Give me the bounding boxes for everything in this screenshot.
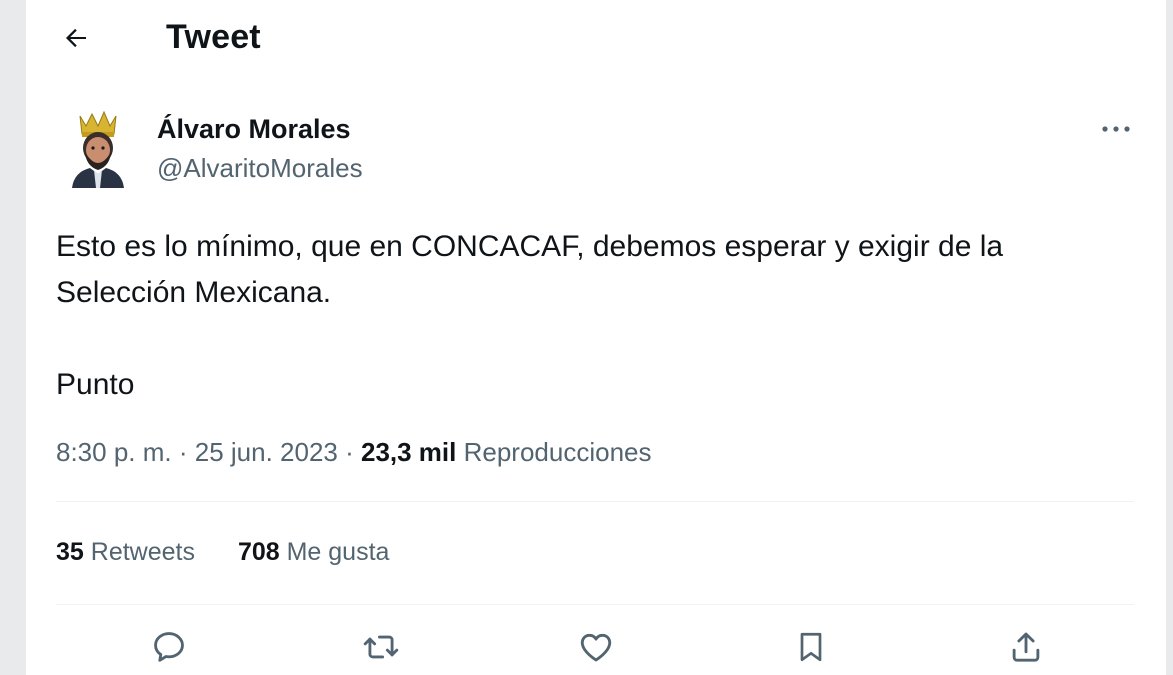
- tweet-meta: 8:30 p. m. · 25 jun. 2023 · 23,3 mil Rep…: [56, 437, 652, 468]
- reply-icon: [154, 632, 184, 662]
- divider: [56, 604, 1134, 605]
- bookmark-button[interactable]: [786, 622, 836, 672]
- divider: [56, 501, 1134, 502]
- tweet-text-line: Esto es lo mínimo, que en CONCACAF, debe…: [56, 230, 1004, 263]
- views-count: 23,3 mil: [360, 437, 457, 467]
- likes-stat[interactable]: 708 Me gusta: [238, 538, 390, 567]
- author-name[interactable]: Álvaro Morales: [157, 114, 351, 145]
- like-button[interactable]: [571, 622, 621, 672]
- views-label: Reproducciones: [456, 437, 652, 467]
- tweet-card: Tweet Álvaro Morales @AlvaritoMorales Es…: [26, 0, 1166, 675]
- share-icon: [1012, 632, 1040, 662]
- action-bar: [26, 622, 1166, 674]
- likes-label: Me gusta: [279, 538, 390, 566]
- page-title: Tweet: [166, 18, 261, 56]
- more-button[interactable]: [1094, 112, 1138, 146]
- meta-separator: ·: [337, 437, 361, 467]
- share-button[interactable]: [1001, 622, 1051, 672]
- ellipsis-icon: [1102, 126, 1130, 132]
- reply-button[interactable]: [144, 622, 194, 672]
- retweets-label: Retweets: [83, 538, 195, 566]
- retweets-stat[interactable]: 35 Retweets: [56, 538, 195, 567]
- retweet-icon: [363, 635, 399, 659]
- like-icon: [580, 633, 612, 662]
- tweet-date[interactable]: 25 jun. 2023: [195, 437, 338, 467]
- retweets-count: 35: [56, 538, 84, 566]
- avatar[interactable]: [66, 108, 130, 188]
- back-button[interactable]: [54, 16, 98, 60]
- tweet-text: Esto es lo mínimo, que en CONCACAF, debe…: [56, 224, 1136, 408]
- tweet-time[interactable]: 8:30 p. m.: [56, 437, 172, 467]
- author-handle[interactable]: @AlvaritoMorales: [157, 153, 363, 184]
- tweet-text-line: Punto: [56, 368, 135, 401]
- bookmark-icon: [800, 632, 822, 662]
- tweet-stats: 35 Retweets 708 Me gusta: [56, 538, 425, 567]
- likes-count: 708: [237, 538, 280, 566]
- retweet-button[interactable]: [356, 622, 406, 672]
- header: Tweet: [26, 0, 1166, 80]
- tweet-text-line: Selección Mexicana.: [56, 276, 332, 309]
- meta-separator: ·: [171, 437, 195, 467]
- arrow-left-icon: [66, 28, 86, 48]
- crowned-man-avatar: [72, 110, 124, 188]
